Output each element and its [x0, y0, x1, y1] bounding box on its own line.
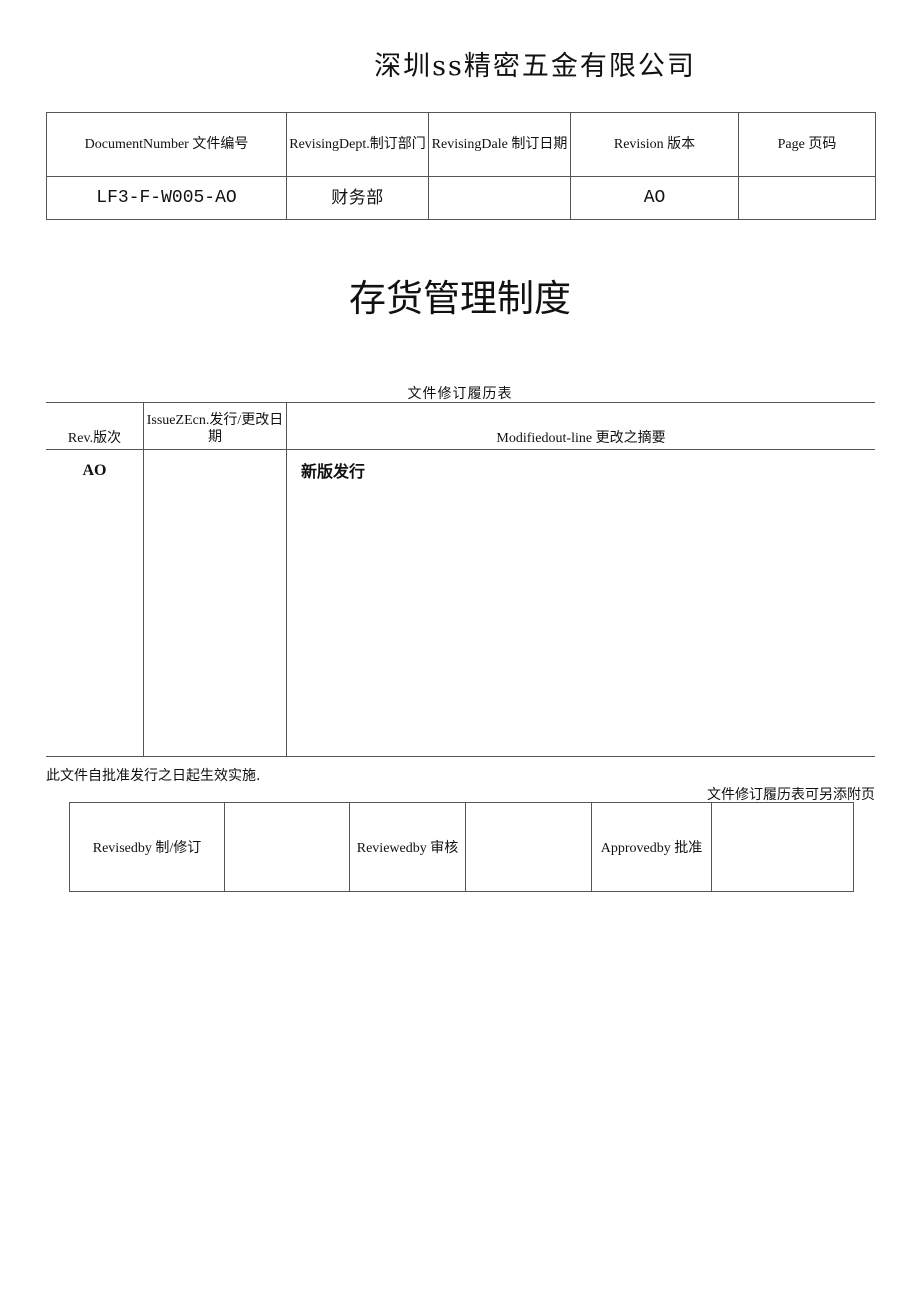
- row-summary: 新版发行: [301, 462, 366, 481]
- header-page: Page 页码: [738, 112, 876, 177]
- revision-value: AO: [570, 176, 739, 220]
- header-document-number: DocumentNumber 文件编号: [46, 112, 287, 177]
- info-header-row: DocumentNumber 文件编号 RevisingDept.制订部门 Re…: [46, 112, 876, 177]
- approved-by-label: Approvedby 批准: [591, 802, 712, 892]
- document-number-value: LF3-F-W005-AO: [46, 176, 287, 220]
- reviewed-by-label: Reviewedby 审核: [349, 802, 466, 892]
- info-value-row: LF3-F-W005-AO 财务部 AO: [46, 176, 876, 220]
- revised-by-field[interactable]: [224, 802, 350, 892]
- table-bottom-rule: [46, 756, 875, 757]
- revising-date-value: [428, 176, 571, 220]
- header-summary: Modifiedout-line 更改之摘要: [496, 431, 666, 446]
- signature-row: Revisedby 制/修订 Reviewedby 审核 Approvedby …: [69, 802, 854, 892]
- table-top-rule: [46, 402, 875, 403]
- revising-dept-value: 财务部: [286, 176, 429, 220]
- page-value: [738, 176, 876, 220]
- revision-history-caption: 文件修订履历表: [407, 386, 513, 402]
- reviewed-by-field[interactable]: [465, 802, 592, 892]
- column-divider: [143, 402, 144, 757]
- document-info-table: DocumentNumber 文件编号 RevisingDept.制订部门 Re…: [46, 112, 876, 220]
- company-name: 深圳ss精密五金有限公司: [374, 51, 696, 82]
- header-rev: Rev.版次: [67, 431, 122, 446]
- header-revision: Revision 版本: [570, 112, 739, 177]
- header-revising-date: RevisingDale 制订日期: [428, 112, 571, 177]
- header-revising-dept: RevisingDept.制订部门: [286, 112, 429, 177]
- header-bottom-rule: [46, 449, 875, 450]
- column-divider: [286, 402, 287, 757]
- document-title: 存货管理制度: [349, 277, 571, 320]
- approved-by-field[interactable]: [711, 802, 854, 892]
- effective-note: 此文件自批准发行之日起生效实施.: [46, 768, 261, 784]
- row-rev: AO: [82, 462, 107, 479]
- signature-table: Revisedby 制/修订 Reviewedby 审核 Approvedby …: [69, 802, 854, 892]
- header-issue-date: IssueZEcn.发行/更改日期: [146, 413, 284, 445]
- revised-by-label: Revisedby 制/修订: [69, 802, 225, 892]
- append-note: 文件修订履历表可另添附页: [707, 787, 875, 803]
- revision-history-table: Rev.版次 IssueZEcn.发行/更改日期 Modifiedout-lin…: [46, 402, 875, 757]
